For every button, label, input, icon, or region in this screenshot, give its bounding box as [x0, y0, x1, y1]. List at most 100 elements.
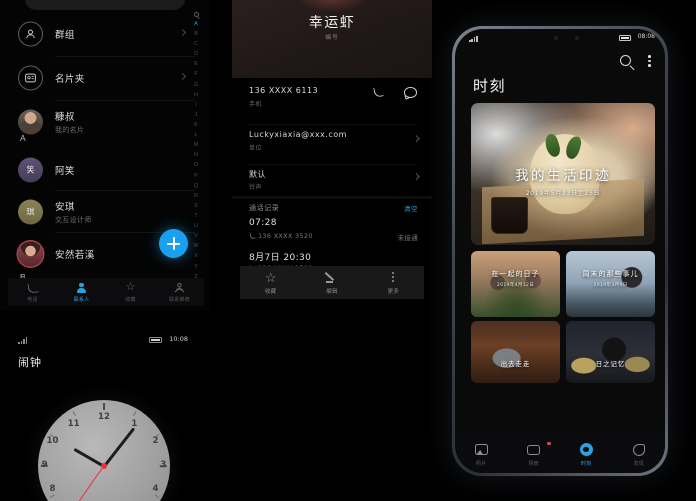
avatar: 笑: [18, 157, 43, 183]
index-letter[interactable]: O: [194, 163, 198, 168]
nav-tab-contacts[interactable]: 联系人: [57, 282, 106, 303]
contact-subtitle: 我的名片: [55, 126, 85, 134]
index-letter[interactable]: A: [194, 21, 197, 27]
index-letter[interactable]: L: [195, 132, 198, 138]
contact-subtitle: 编号: [325, 35, 339, 41]
index-letter[interactable]: Q: [194, 183, 198, 189]
star-icon: ☆: [125, 281, 136, 293]
more-dots-icon[interactable]: [648, 54, 651, 68]
nav-tab-recommend[interactable]: 联系推荐: [155, 282, 204, 303]
contact-row-my-card[interactable]: 糠叔 我的名片: [0, 100, 185, 144]
action-label: 更多: [387, 288, 400, 295]
clear-log-button[interactable]: 清空: [404, 203, 418, 213]
call-log-meta: 未接通: [397, 234, 418, 242]
index-letter[interactable]: R: [194, 193, 198, 199]
analog-clock: 12 1 2 3 4 5 6 7 8 9 10 11: [38, 400, 170, 501]
index-letter[interactable]: X: [194, 254, 197, 259]
nav-tab-albums[interactable]: 相册: [508, 442, 561, 467]
nav-tab-moments[interactable]: 时刻: [547, 442, 613, 467]
moment-title: 周末的那些事儿: [582, 270, 639, 279]
index-letter[interactable]: K: [194, 122, 197, 128]
edit-button[interactable]: 编辑: [301, 271, 362, 295]
call-log-time: 07:28: [249, 218, 277, 228]
notification-badge: [547, 442, 551, 446]
search-icon[interactable]: [620, 55, 631, 66]
contact-row-text: 安琪 交互设计师: [55, 199, 92, 225]
list-item[interactable]: 琪 安琪 交互设计师: [0, 190, 185, 234]
more-dots-icon: [391, 271, 395, 284]
phone-device-mockup: 08:08 时刻 我的生活印迹 2019年5月23日至25日 在一起的日子 20…: [452, 26, 668, 476]
more-button[interactable]: 更多: [363, 271, 424, 295]
gallery-bottom-nav: 照片 相册 时刻 发现: [455, 433, 665, 473]
message-icon[interactable]: [403, 86, 417, 99]
nav-tab-favorites[interactable]: ☆ 收藏: [106, 282, 155, 303]
contact-row-cards[interactable]: 名片夹: [0, 56, 187, 100]
index-letter[interactable]: B: [194, 31, 197, 37]
call-log-row[interactable]: 07:28 136 XXXX 3520 未接通: [232, 218, 432, 248]
index-letter[interactable]: E: [194, 62, 197, 67]
alphabet-index-scrubber[interactable]: A B C D E F G H I J K L M N O P Q R S T …: [188, 12, 204, 280]
contact-title: 阿笑: [55, 166, 75, 177]
clock-number: 9: [41, 460, 48, 470]
index-letter[interactable]: F: [194, 72, 197, 77]
clock-center-cap: [101, 463, 107, 469]
contact-row-groups[interactable]: 群组: [0, 12, 187, 56]
index-letter[interactable]: N: [194, 153, 198, 158]
index-letter[interactable]: C: [194, 41, 198, 47]
search-icon[interactable]: [193, 12, 199, 17]
contact-row-text: 群组: [55, 27, 75, 41]
index-letter[interactable]: S: [194, 203, 197, 209]
index-letter[interactable]: Y: [194, 264, 197, 270]
index-letter[interactable]: H: [194, 92, 198, 98]
moment-card[interactable]: 日之记忆: [566, 321, 655, 383]
call-icon[interactable]: [372, 86, 385, 99]
moment-hero-card[interactable]: 我的生活印迹 2019年5月23日至25日: [471, 103, 655, 245]
index-letter[interactable]: J: [195, 112, 198, 118]
moment-card[interactable]: 出去走走: [471, 321, 560, 383]
moment-card[interactable]: 周末的那些事儿 2019年3月9日: [566, 251, 655, 317]
contact-row-text: 名片夹: [55, 71, 85, 85]
index-letter[interactable]: U: [194, 223, 198, 229]
detail-row-phone[interactable]: 136 XXXX 6113 手机: [232, 86, 432, 124]
detail-row-email[interactable]: Luckyxiaxia@xxx.com 单位: [232, 130, 432, 166]
clock-number: 10: [46, 436, 59, 446]
clock-number: 12: [98, 412, 110, 422]
index-letter[interactable]: P: [194, 173, 197, 179]
add-contact-button[interactable]: [159, 229, 188, 258]
clock-app-screen: 10:08 闹钟 12 1 2 3 4 5 6 7 8 9 10 11: [0, 328, 210, 501]
index-letter[interactable]: W: [194, 244, 199, 249]
action-label: 编辑: [326, 288, 338, 295]
contact-row-text: 糠叔 我的名片: [55, 109, 84, 135]
call-log-header: 通话记录: [249, 204, 280, 212]
list-item[interactable]: 安然若溪: [0, 232, 185, 276]
index-letter[interactable]: T: [194, 213, 197, 219]
nav-tab-photos[interactable]: 照片: [455, 442, 508, 467]
photo-icon: [474, 444, 488, 455]
index-letter[interactable]: G: [194, 82, 198, 88]
nav-tab-label: 相册: [528, 461, 540, 467]
minute-hand: [102, 427, 135, 467]
nav-tab-discover[interactable]: 发现: [613, 442, 666, 467]
section-header-a: A: [20, 133, 26, 143]
divider: [249, 124, 415, 125]
index-letter[interactable]: M: [194, 143, 198, 148]
detail-value: 136 XXXX 6113: [249, 86, 319, 95]
index-letter[interactable]: V: [194, 233, 197, 239]
index-letter[interactable]: I: [195, 102, 196, 108]
moment-title: 出去走走: [500, 360, 531, 369]
contact-row-text: 安然若溪: [55, 247, 95, 261]
clock-number: 11: [67, 419, 80, 429]
search-input[interactable]: [25, 0, 185, 10]
gallery-toolbar: [455, 49, 665, 75]
favorite-button[interactable]: ☆ 收藏: [240, 271, 301, 295]
nav-tab-phone[interactable]: 电话: [8, 282, 57, 303]
signal-icon: [469, 35, 480, 42]
nav-tab-label: 联系推荐: [169, 296, 190, 303]
phone-icon: [28, 283, 37, 292]
signal-icon: [18, 337, 30, 344]
nav-tab-label: 照片: [475, 461, 487, 467]
moment-card[interactable]: 在一起的日子 2019年4月12日: [471, 251, 560, 317]
list-item[interactable]: 笑 阿笑: [0, 148, 185, 192]
index-letter[interactable]: D: [194, 52, 198, 57]
sensor-dot-icon: [553, 36, 558, 40]
